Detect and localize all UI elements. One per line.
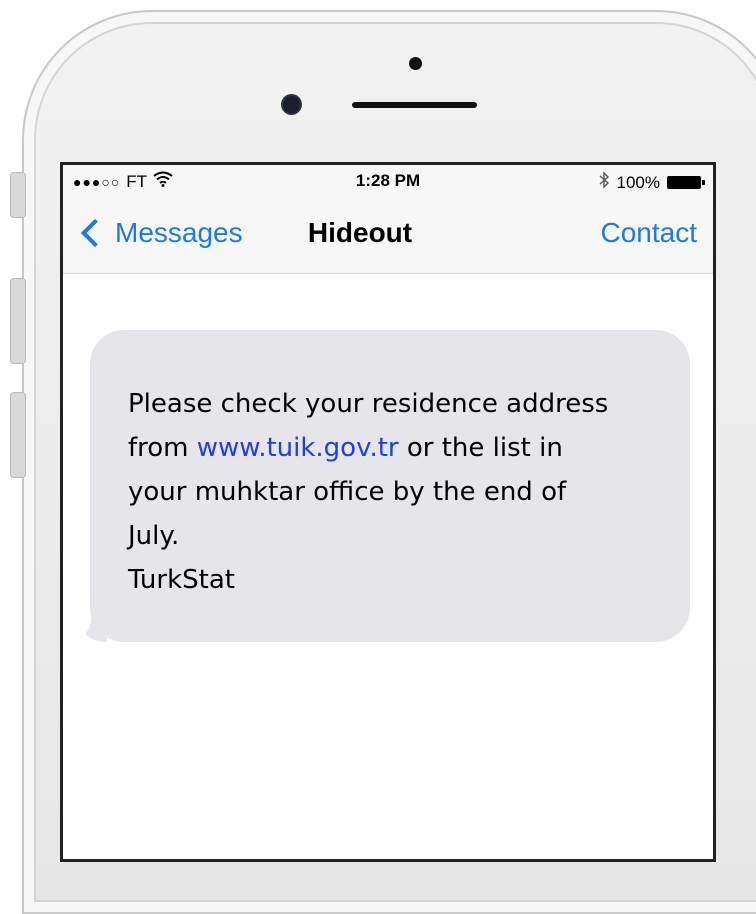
- earpiece-speaker: [352, 102, 477, 108]
- nav-bar: Messages Hideout Contact: [63, 209, 713, 259]
- sensor-dot: [409, 57, 422, 70]
- message-line: July.: [128, 521, 180, 551]
- message-line: your muhktar office by the end of: [128, 477, 567, 507]
- volume-down-button: [10, 392, 26, 478]
- mute-switch: [10, 172, 26, 218]
- status-bar: ●●●○○ FT 1:28 PM 100%: [63, 165, 713, 199]
- message-link[interactable]: www.tuik.gov.tr: [197, 433, 399, 463]
- message-line: Please check your residence address: [128, 389, 609, 419]
- battery-icon: [667, 176, 705, 189]
- status-right: 100%: [599, 171, 705, 194]
- bluetooth-icon: [599, 171, 610, 194]
- message-text: Please check your residence address from…: [128, 382, 668, 602]
- message-sender: TurkStat: [128, 565, 235, 595]
- contact-button[interactable]: Contact: [601, 217, 698, 249]
- volume-up-button: [10, 278, 26, 364]
- message-from: from: [128, 433, 189, 463]
- message-line: from www.tuik.gov.tr or the list in: [128, 426, 668, 470]
- message-line-rest: or the list in: [406, 433, 563, 463]
- front-camera: [283, 96, 300, 113]
- battery-percent: 100%: [616, 172, 660, 192]
- header: ●●●○○ FT 1:28 PM 100% Messages Hideout C…: [63, 165, 713, 274]
- phone-screen: ●●●○○ FT 1:28 PM 100% Messages Hideout C…: [60, 162, 716, 862]
